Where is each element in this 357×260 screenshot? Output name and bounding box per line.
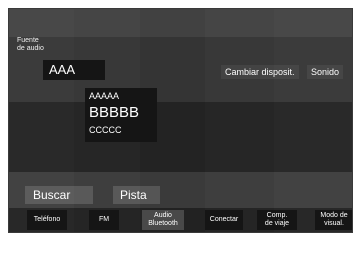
fm-button[interactable]: FM	[89, 210, 119, 230]
audio-source-button[interactable]: Fuente de audio	[17, 37, 44, 53]
middle-band	[9, 102, 352, 172]
top-band	[9, 9, 352, 37]
audio-screen: Fuente de audio AAA AAAAA BBBBB CCCCC Ca…	[8, 8, 353, 233]
track-info-panel: AAAAA BBBBB CCCCC	[85, 88, 157, 142]
display-mode-button[interactable]: Modo de visual.	[315, 210, 352, 230]
track-line-1: AAAAA	[89, 91, 120, 101]
track-button[interactable]: Pista	[113, 186, 160, 204]
change-device-button[interactable]: Cambiar disposit.	[221, 65, 299, 79]
sound-button[interactable]: Sonido	[307, 65, 344, 79]
track-line-3: CCCCC	[89, 125, 122, 135]
now-playing-header: AAA	[43, 60, 105, 80]
track-line-2: BBBBB	[89, 104, 140, 121]
phone-button[interactable]: Teléfono	[27, 210, 67, 230]
search-button[interactable]: Buscar	[25, 186, 93, 204]
trip-computer-button[interactable]: Comp. de viaje	[257, 210, 297, 230]
connect-button[interactable]: Conectar	[205, 210, 243, 230]
bluetooth-audio-button[interactable]: Audio Bluetooth	[142, 210, 184, 230]
